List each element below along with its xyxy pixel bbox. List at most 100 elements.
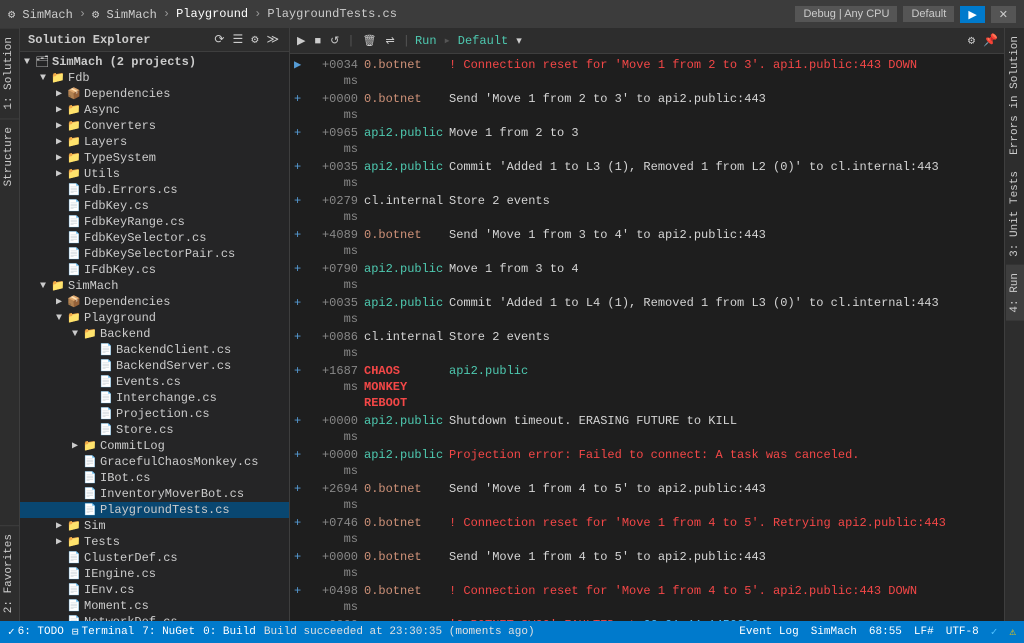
wrap-btn[interactable]: ⇌	[383, 32, 398, 49]
tree-file-icon: 📁	[82, 327, 98, 341]
sidebar-tab-favorites[interactable]: 2: Favorites	[0, 525, 19, 621]
tree-label: SimMach	[68, 279, 118, 293]
tree-item[interactable]: 📄FdbKeySelectorPair.cs	[20, 246, 289, 262]
tree-item[interactable]: ▼📁Backend	[20, 326, 289, 342]
out-msg: ! Connection reset for 'Move 1 from 4 to…	[449, 583, 1000, 599]
tree-item[interactable]: 📄IBot.cs	[20, 470, 289, 486]
tree-label: InventoryMoverBot.cs	[100, 487, 244, 501]
tab-unit-tests[interactable]: 3: Unit Tests	[1006, 163, 1024, 265]
run-button[interactable]: ▶	[960, 6, 984, 23]
debug-config-button[interactable]: Debug | Any CPU	[795, 6, 897, 22]
tree-item[interactable]: ▶📦Dependencies	[20, 294, 289, 310]
tree-item[interactable]: ▼📁Playground	[20, 310, 289, 326]
tree-item[interactable]: 📄InventoryMoverBot.cs	[20, 486, 289, 502]
tree-item[interactable]: ▶📁CommitLog	[20, 438, 289, 454]
tree-item[interactable]: 📄Fdb.Errors.cs	[20, 182, 289, 198]
tree-file-icon: 🗂	[34, 55, 50, 69]
tree-item[interactable]: 📄NetworkDef.cs	[20, 614, 289, 621]
out-msg: Move 1 from 2 to 3	[449, 125, 1000, 141]
status-nuget[interactable]: 7: NuGet	[142, 626, 195, 638]
tree-item[interactable]: ▼🗂SimMach (2 projects)	[20, 54, 289, 70]
restart-btn[interactable]: ↺	[327, 32, 342, 49]
output-area[interactable]: ▶ +0034 ms 0.botnet ! Connection reset f…	[290, 54, 1004, 621]
sidebar-tab-solution[interactable]: 1: Solution	[0, 28, 19, 118]
settings2-icon[interactable]: ⚙	[966, 33, 977, 48]
tree-file-icon: 📁	[66, 519, 82, 533]
tree-item[interactable]: ▼📁SimMach	[20, 278, 289, 294]
tree-item[interactable]: 📄ClusterDef.cs	[20, 550, 289, 566]
sync-icon[interactable]: ⟳	[212, 32, 226, 47]
tab-run[interactable]: 4: Run	[1006, 265, 1024, 321]
tree-item[interactable]: 📄Store.cs	[20, 422, 289, 438]
status-event-log[interactable]: Event Log	[739, 625, 798, 639]
pin-icon[interactable]: 📌	[981, 33, 1000, 48]
tree-file-icon: 📄	[66, 583, 82, 597]
tree-item[interactable]: 📄Projection.cs	[20, 406, 289, 422]
tree-item[interactable]: 📄BackendClient.cs	[20, 342, 289, 358]
settings-icon[interactable]: ⚙	[249, 32, 260, 47]
tree-item[interactable]: 📄PlaygroundTests.cs	[20, 502, 289, 518]
tree-item[interactable]: ▶📦Dependencies	[20, 86, 289, 102]
status-todo[interactable]: ✓ 6: TODO	[8, 625, 64, 639]
tree-file-icon: 📄	[82, 471, 98, 485]
out-marker: +	[294, 363, 306, 379]
status-build[interactable]: 0: Build	[203, 626, 256, 638]
tree-label: ClusterDef.cs	[84, 551, 178, 565]
out-msg: Send 'Move 1 from 4 to 5' to api2.public…	[449, 549, 1000, 565]
out-delta: +0279 ms	[306, 193, 364, 225]
run-sep: ▸	[444, 33, 451, 48]
output-line: + +0086 ms cl.internal Store 2 events	[290, 328, 1004, 362]
run-arrow-btn[interactable]: ▶	[294, 32, 308, 49]
tree-file-icon: 📁	[66, 135, 82, 149]
tree-file-icon: 📄	[66, 551, 82, 565]
out-msg: ! Connection reset for 'Move 1 from 4 to…	[449, 515, 1000, 531]
out-delta: +0000 ms	[306, 447, 364, 479]
tree-arrow-icon: ▼	[52, 313, 66, 324]
out-src: api2.public	[364, 159, 449, 175]
tree-item[interactable]: 📄IFdbKey.cs	[20, 262, 289, 278]
more-icon[interactable]: ≫	[264, 32, 281, 47]
tree-item[interactable]: ▶📁Utils	[20, 166, 289, 182]
tree-label: Moment.cs	[84, 599, 149, 613]
tab-errors[interactable]: Errors in Solution	[1006, 28, 1024, 163]
tree-item[interactable]: ▶📁Layers	[20, 134, 289, 150]
tree-label: Async	[84, 103, 120, 117]
tree-item[interactable]: ▶📁Sim	[20, 518, 289, 534]
out-msg: Move 1 from 3 to 4	[449, 261, 1000, 277]
stop-btn[interactable]: ■	[311, 33, 324, 49]
tree-label: IEnv.cs	[84, 583, 134, 597]
close-button[interactable]: ✕	[991, 6, 1016, 23]
tree-item[interactable]: 📄FdbKey.cs	[20, 198, 289, 214]
tree-item[interactable]: 📄Events.cs	[20, 374, 289, 390]
tree-item[interactable]: ▶📁TypeSystem	[20, 150, 289, 166]
right-tabs: Errors in Solution 3: Unit Tests 4: Run	[1004, 28, 1024, 621]
tree-item[interactable]: 📄Moment.cs	[20, 598, 289, 614]
title-simmach1: ⚙ SimMach	[8, 7, 73, 22]
title-bar: ⚙ SimMach › ⚙ SimMach › Playground › Pla…	[0, 0, 1024, 28]
out-marker: +	[294, 125, 306, 141]
tree-item[interactable]: 📄FdbKeySelector.cs	[20, 230, 289, 246]
tree-item[interactable]: 📄GracefulChaosMonkey.cs	[20, 454, 289, 470]
config-dropdown-btn[interactable]: ▾	[513, 32, 525, 49]
out-delta: +4089 ms	[306, 227, 364, 259]
tree-label: Utils	[84, 167, 120, 181]
tree-item[interactable]: 📄BackendServer.cs	[20, 358, 289, 374]
tree-item[interactable]: 📄Interchange.cs	[20, 390, 289, 406]
clear-btn[interactable]: 🗑	[360, 32, 380, 49]
tree-item[interactable]: 📄FdbKeyRange.cs	[20, 214, 289, 230]
tree-item[interactable]: ▶📁Converters	[20, 118, 289, 134]
tree-item[interactable]: ▼📁Fdb	[20, 70, 289, 86]
solution-panel: Solution Explorer ⟳ ☰ ⚙ ≫ ▼🗂SimMach (2 p…	[20, 28, 290, 621]
tree-arrow-icon: ▼	[36, 281, 50, 292]
filter-icon[interactable]: ☰	[230, 32, 245, 47]
sidebar-tab-structure[interactable]: Structure	[0, 118, 19, 194]
tree-item[interactable]: 📄IEngine.cs	[20, 566, 289, 582]
tree-item[interactable]: ▶📁Async	[20, 102, 289, 118]
out-marker: +	[294, 295, 306, 311]
default-config-button[interactable]: Default	[903, 6, 954, 22]
tree-file-icon: 📁	[50, 279, 66, 293]
tree-item[interactable]: 📄IEnv.cs	[20, 582, 289, 598]
tree-item[interactable]: ▶📁Tests	[20, 534, 289, 550]
status-terminal[interactable]: ⊟ Terminal	[72, 625, 134, 639]
tree-arrow-icon: ▶	[68, 440, 82, 452]
